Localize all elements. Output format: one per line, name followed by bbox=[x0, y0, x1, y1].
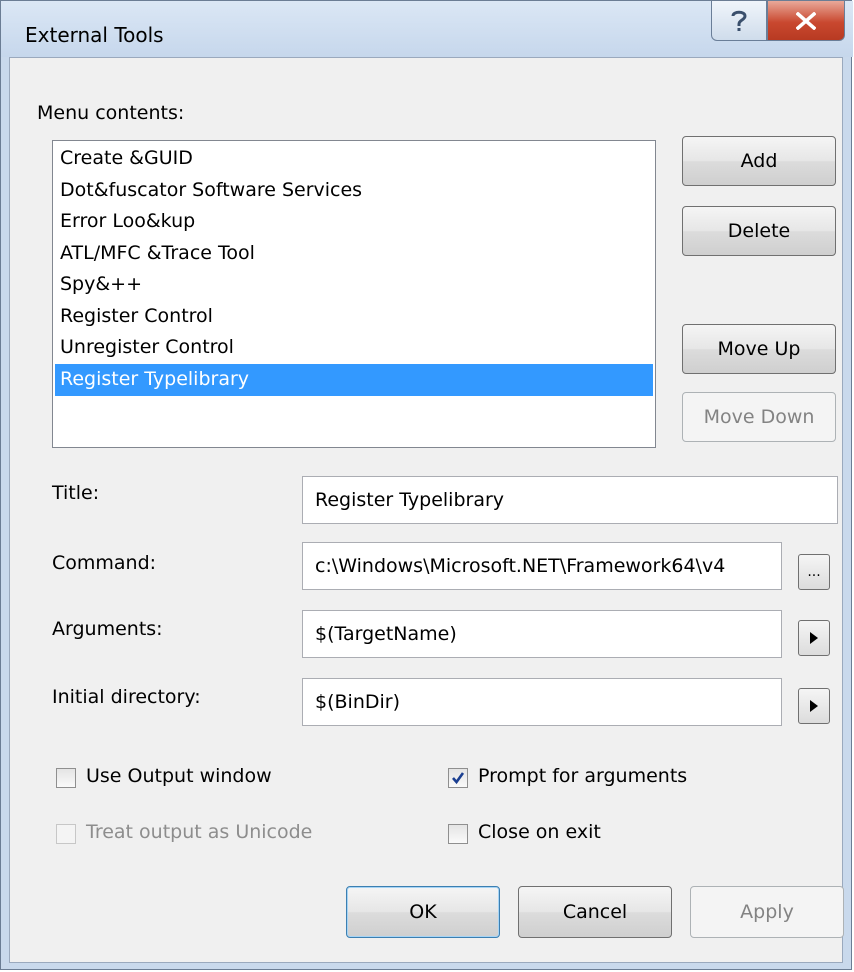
arrow-right-icon bbox=[810, 700, 818, 712]
arguments-field[interactable]: $(TargetName) bbox=[302, 610, 782, 658]
list-item[interactable]: Register Control bbox=[55, 301, 653, 333]
list-item[interactable]: Dot&fuscator Software Services bbox=[55, 175, 653, 207]
browse-command-button[interactable]: ... bbox=[798, 554, 830, 590]
arguments-menu-button[interactable] bbox=[798, 620, 830, 656]
treat-output-unicode-checkbox bbox=[56, 824, 76, 844]
use-output-window-checkbox[interactable] bbox=[56, 768, 76, 788]
external-tools-dialog: External Tools Menu contents: Create &GU… bbox=[0, 0, 853, 970]
window-title: External Tools bbox=[25, 23, 164, 47]
list-item[interactable]: Spy&++ bbox=[55, 269, 653, 301]
initial-directory-menu-button[interactable] bbox=[798, 688, 830, 724]
list-item[interactable]: Create &GUID bbox=[55, 143, 653, 175]
apply-button: Apply bbox=[690, 886, 844, 938]
close-button[interactable] bbox=[767, 1, 845, 41]
command-field[interactable]: c:\Windows\Microsoft.NET\Framework64\v4 bbox=[302, 542, 782, 590]
add-button[interactable]: Add bbox=[682, 136, 836, 186]
list-item[interactable]: Unregister Control bbox=[55, 332, 653, 364]
move-up-button[interactable]: Move Up bbox=[682, 324, 836, 374]
title-field[interactable]: Register Typelibrary bbox=[302, 476, 838, 524]
close-on-exit-label[interactable]: Close on exit bbox=[478, 821, 601, 843]
treat-output-unicode-label: Treat output as Unicode bbox=[86, 821, 313, 843]
initial-directory-field[interactable]: $(BinDir) bbox=[302, 678, 782, 726]
ok-button[interactable]: OK bbox=[346, 886, 500, 938]
use-output-window-label[interactable]: Use Output window bbox=[86, 765, 272, 787]
list-item[interactable]: ATL/MFC &Trace Tool bbox=[55, 238, 653, 270]
prompt-for-arguments-label[interactable]: Prompt for arguments bbox=[478, 765, 687, 787]
close-on-exit-checkbox[interactable] bbox=[448, 824, 468, 844]
delete-button[interactable]: Delete bbox=[682, 206, 836, 256]
close-icon bbox=[796, 11, 816, 30]
prompt-for-arguments-checkbox[interactable] bbox=[448, 768, 468, 788]
menu-contents-label: Menu contents: bbox=[37, 102, 185, 124]
ellipsis-icon: ... bbox=[807, 564, 821, 580]
list-item-selected[interactable]: Register Typelibrary bbox=[55, 364, 653, 396]
help-button[interactable] bbox=[711, 1, 767, 41]
cancel-button[interactable]: Cancel bbox=[518, 886, 672, 938]
initial-directory-label: Initial directory: bbox=[52, 686, 201, 708]
menu-contents-list[interactable]: Create &GUID Dot&fuscator Software Servi… bbox=[52, 140, 656, 448]
help-icon bbox=[731, 10, 747, 31]
checkmark-icon bbox=[452, 772, 465, 785]
move-down-button: Move Down bbox=[682, 392, 836, 442]
dialog-client-area: Menu contents: Create &GUID Dot&fuscator… bbox=[9, 57, 844, 963]
title-label: Title: bbox=[52, 482, 100, 504]
arguments-label: Arguments: bbox=[52, 618, 163, 640]
arrow-right-icon bbox=[810, 632, 818, 644]
list-item[interactable]: Error Loo&kup bbox=[55, 206, 653, 238]
command-label: Command: bbox=[52, 552, 157, 574]
title-bar[interactable]: External Tools bbox=[1, 1, 853, 57]
